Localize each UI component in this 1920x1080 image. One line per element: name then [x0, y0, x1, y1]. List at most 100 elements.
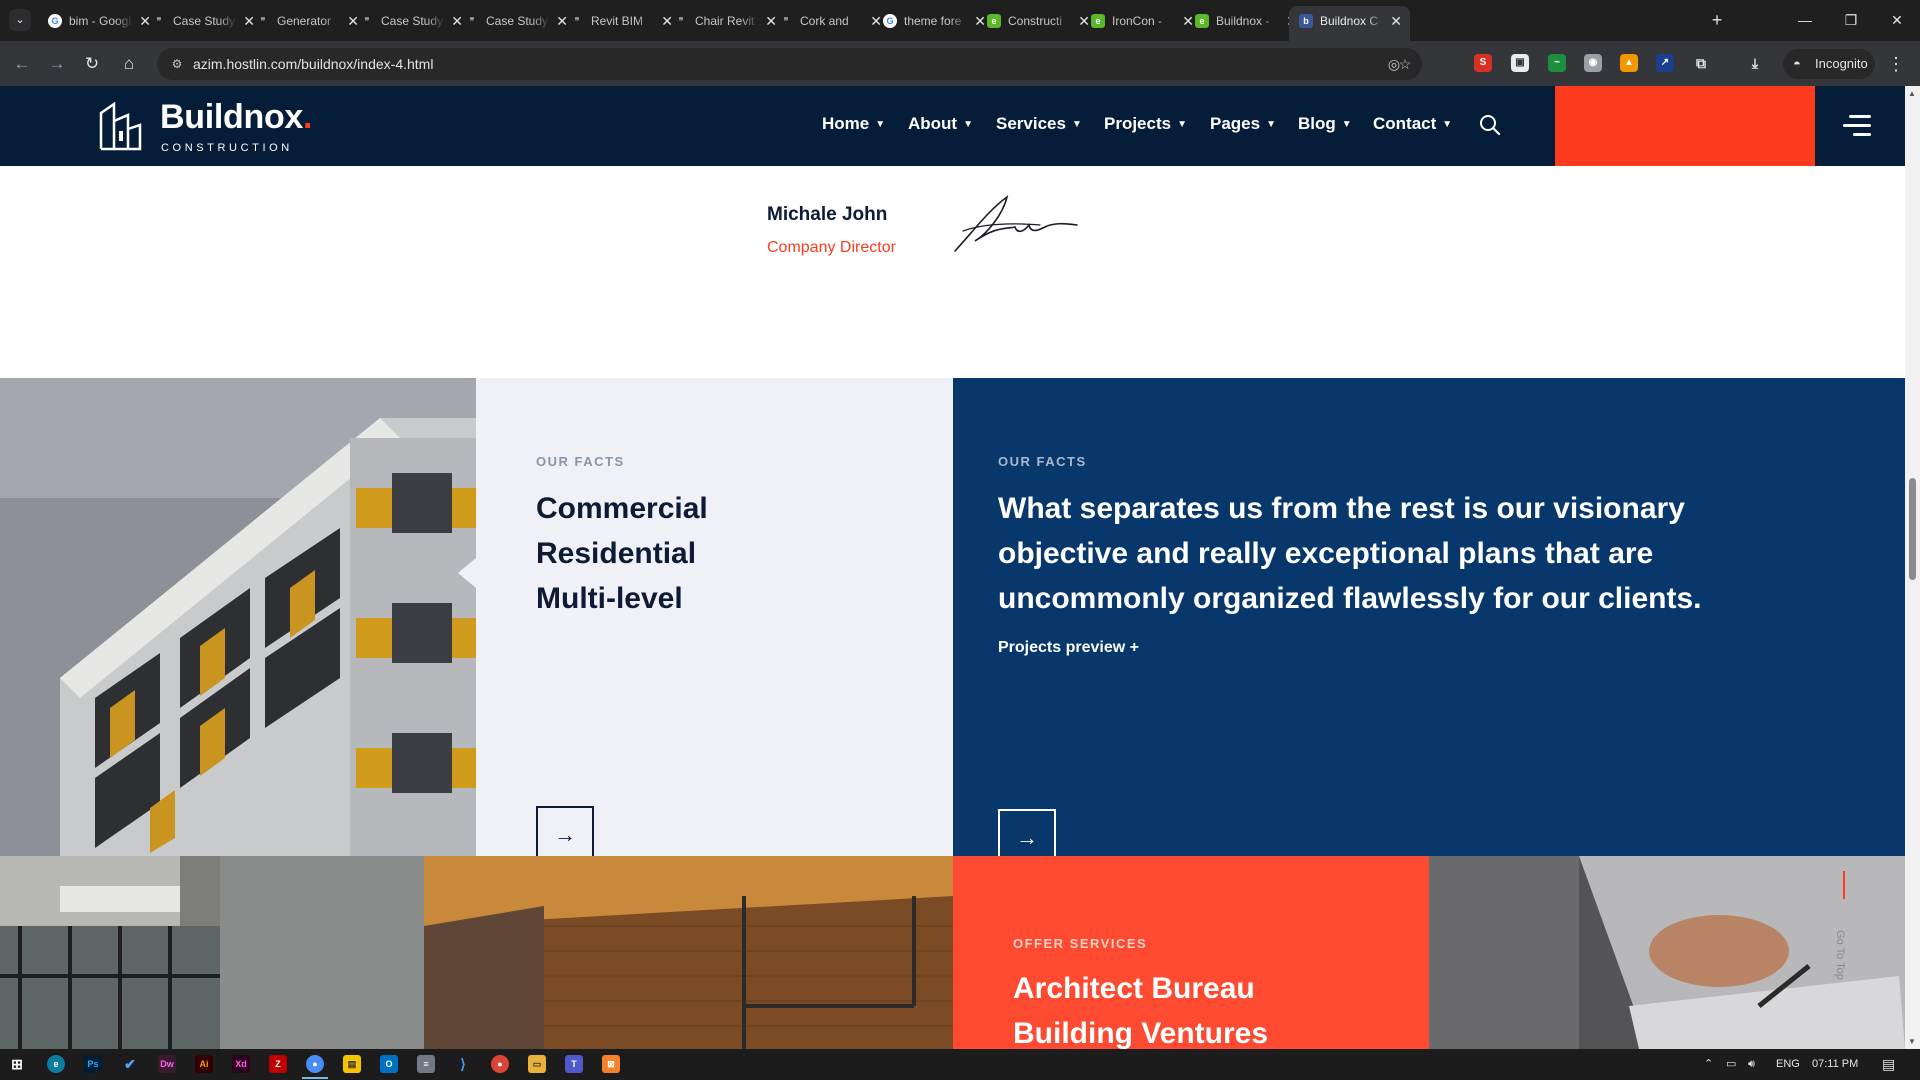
back-arrow-icon[interactable]: ←	[10, 52, 34, 76]
tab-title: Case Study	[381, 6, 445, 36]
new-tab-plus-icon[interactable]: +	[1706, 9, 1728, 31]
notepad-icon[interactable]: ≡	[417, 1055, 435, 1073]
camera-extension-icon[interactable]: ◉	[1584, 54, 1602, 72]
scroll-down-arrow-icon[interactable]: ▼	[1908, 1037, 1916, 1046]
notifications-icon[interactable]: ▤	[1882, 1049, 1895, 1080]
browser-tab[interactable]: ❞ Chair Revit ✕	[664, 6, 785, 36]
header-cta-block[interactable]	[1555, 86, 1815, 166]
windows-start-icon[interactable]: ⊞	[8, 1055, 26, 1073]
teams-icon[interactable]: T	[565, 1055, 583, 1073]
browser-tab[interactable]: ❞ Case Study ✕	[350, 6, 471, 36]
page-viewport: Michale John Company Director OUR FACTS …	[0, 86, 1905, 1049]
browser-tab[interactable]: ❞ Cork and ✕	[769, 6, 890, 36]
tab-title: Case Study	[173, 6, 237, 36]
sticky-notes-icon[interactable]: ▤	[343, 1055, 361, 1073]
page-scrollbar[interactable]: ▲ ▼	[1905, 86, 1920, 1049]
signature-image	[954, 195, 1078, 252]
filezilla-icon[interactable]: Z	[269, 1055, 287, 1073]
offer-service-list: Architect Bureau Building Ventures	[1013, 966, 1268, 1049]
edge-icon[interactable]: e	[47, 1055, 65, 1073]
extensions-puzzle-icon[interactable]: ⧉	[1692, 54, 1710, 72]
browser-tab[interactable]: e IronCon - ✕	[1081, 6, 1202, 36]
browser-tab[interactable]: e Constructi ✕	[977, 6, 1098, 36]
tab-search-chevron-icon[interactable]: ⌄	[9, 9, 31, 31]
extension-icon[interactable]: ↗	[1656, 54, 1674, 72]
forward-arrow-icon[interactable]: →	[45, 52, 69, 76]
browser-tab[interactable]: ❞ Generator ✕	[246, 6, 367, 36]
nav-label: Pages	[1210, 114, 1261, 133]
buildnox-logo-icon[interactable]	[98, 101, 142, 151]
chrome-icon[interactable]: ●	[302, 1055, 328, 1079]
browser-tab[interactable]: G bim - Google ✕	[38, 6, 159, 36]
tab-title: Revit BIM	[591, 6, 655, 36]
page-icon: ❞	[574, 16, 580, 26]
xampp-icon[interactable]: ⊠	[602, 1055, 620, 1073]
tab-title: IronCon -	[1112, 6, 1176, 36]
browser-tab-active[interactable]: b Buildnox C ✕	[1289, 6, 1410, 41]
todo-check-icon[interactable]: ✔	[121, 1055, 139, 1073]
outlook-icon[interactable]: O	[380, 1055, 398, 1073]
tab-title: Cork and	[800, 6, 864, 36]
reload-icon[interactable]: ↻	[80, 52, 104, 76]
search-icon[interactable]	[1478, 113, 1502, 137]
close-tab-icon[interactable]: ✕	[1390, 6, 1402, 36]
nav-label: Services	[996, 114, 1066, 133]
scrollbar-thumb[interactable]	[1909, 478, 1916, 580]
photoshop-icon[interactable]: Ps	[84, 1055, 102, 1073]
network-icon[interactable]: ▭	[1726, 1049, 1736, 1080]
address-bar[interactable]: ⚙ azim.hostlin.com/buildnox/index-4.html…	[157, 48, 1422, 80]
minimize-window-icon[interactable]: —	[1782, 0, 1828, 41]
home-icon[interactable]: ⌂	[117, 52, 141, 76]
nav-pages[interactable]: Pages ▼	[1210, 114, 1276, 134]
adobe-xd-icon[interactable]: Xd	[232, 1055, 250, 1073]
nav-blog[interactable]: Blog ▼	[1298, 114, 1352, 134]
clock[interactable]: 07:11 PM	[1812, 1049, 1858, 1080]
nav-home[interactable]: Home ▼	[822, 114, 885, 134]
nav-about[interactable]: About ▼	[908, 114, 973, 134]
tab-title: Buildnox C	[1320, 6, 1384, 36]
site-info-icon[interactable]: ⚙	[169, 56, 185, 72]
hamburger-menu-icon[interactable]	[1843, 115, 1871, 137]
close-window-icon[interactable]: ✕	[1874, 0, 1920, 41]
go-to-top-button[interactable]: Go To Top	[1827, 871, 1857, 1011]
extension-icon[interactable]: S	[1474, 54, 1492, 72]
browser-tab[interactable]: ❞ Case Study ✕	[142, 6, 263, 36]
browser-tab[interactable]: e Buildnox - ✕	[1185, 6, 1306, 36]
nav-contact[interactable]: Contact ▼	[1373, 114, 1452, 134]
nav-services[interactable]: Services ▼	[996, 114, 1082, 134]
scroll-up-arrow-icon[interactable]: ▲	[1908, 89, 1916, 98]
browser-tab[interactable]: G theme fore ✕	[873, 6, 994, 36]
language-indicator[interactable]: ENG	[1776, 1049, 1800, 1080]
restore-window-icon[interactable]: ❐	[1828, 0, 1874, 41]
offer-service-item: Building Ventures	[1013, 1017, 1269, 1049]
illustrator-icon[interactable]: Ai	[195, 1055, 213, 1073]
page-icon: ❞	[469, 16, 475, 26]
download-icon[interactable]: ⤓	[1746, 54, 1764, 72]
facts-statement: What separates us from the rest is our v…	[998, 492, 1702, 615]
vscode-icon[interactable]: ⟩	[454, 1055, 472, 1073]
extension-icon[interactable]: ~	[1548, 54, 1566, 72]
tray-overflow-icon[interactable]: ⌃	[1704, 1049, 1713, 1080]
page-icon: ❞	[783, 16, 789, 26]
logo-dot: .	[303, 98, 313, 136]
volume-icon[interactable]: 🔊︎	[1748, 1049, 1755, 1080]
testimonial-author-role: Company Director	[767, 239, 896, 256]
logo-name[interactable]: Buildnox.	[160, 98, 312, 137]
nav-projects[interactable]: Projects ▼	[1104, 114, 1187, 134]
chrome-alt-icon[interactable]: ●	[491, 1055, 509, 1073]
browser-tab[interactable]: ❞ Revit BIM ✕	[560, 6, 681, 36]
projects-preview-link[interactable]: Projects preview +	[998, 639, 1139, 657]
incognito-indicator[interactable]: ◓ Incognito	[1783, 49, 1875, 79]
dreamweaver-icon[interactable]: Dw	[158, 1055, 176, 1073]
tab-title: theme fore	[904, 6, 968, 36]
browser-menu-icon[interactable]: ⋮	[1886, 52, 1906, 76]
file-explorer-icon[interactable]: ▭	[528, 1055, 546, 1073]
chevron-down-icon: ▼	[963, 119, 973, 130]
chevron-down-icon: ▼	[1442, 119, 1453, 130]
extension-icon[interactable]: ▲	[1620, 54, 1638, 72]
google-icon: G	[883, 14, 897, 28]
browser-tab[interactable]: ❞ Case Study ✕	[455, 6, 576, 36]
facts-categories-panel: OUR FACTS Commercial Residential Multi-l…	[476, 378, 953, 864]
extension-icon[interactable]: ▣	[1511, 54, 1529, 72]
bookmark-star-icon[interactable]: ☆	[1396, 56, 1414, 72]
